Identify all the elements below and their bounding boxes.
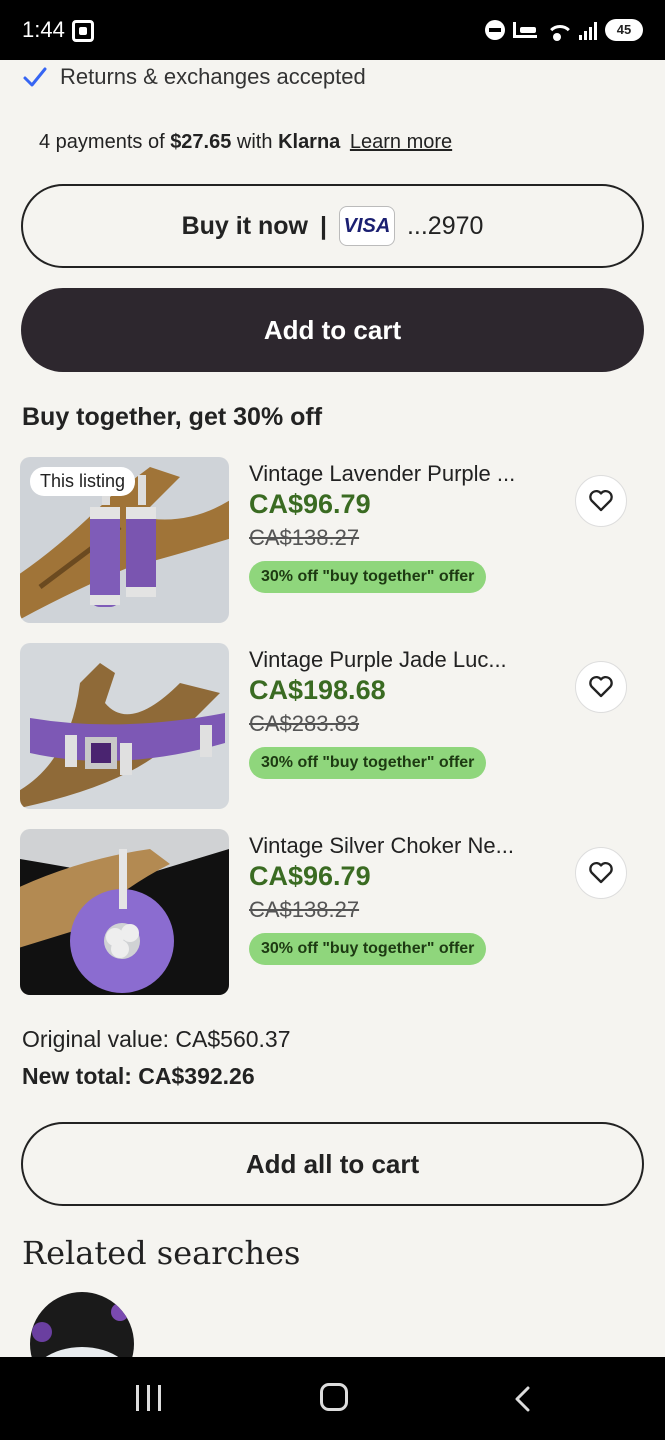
product-thumbnail[interactable] — [20, 829, 229, 995]
add-all-label: Add all to cart — [245, 1148, 420, 1179]
bundle-item[interactable]: Vintage Silver Choker Ne... CA$96.79 CA$… — [20, 829, 645, 995]
klarna-prefix: 4 payments of — [39, 131, 165, 153]
favorite-button[interactable] — [575, 475, 627, 527]
screenshot-icon — [72, 20, 94, 42]
buy-together-title: Buy together, get 30% off — [22, 403, 323, 431]
heart-icon — [589, 489, 613, 512]
product-thumbnail[interactable]: This listing — [20, 457, 229, 623]
sleep-mode-icon — [513, 22, 537, 38]
item-title[interactable]: Vintage Silver Choker Ne... — [249, 833, 514, 859]
heart-icon — [589, 675, 613, 698]
do-not-disturb-icon — [485, 20, 505, 40]
add-all-to-cart-button[interactable]: Add all to cart — [21, 1122, 644, 1206]
system-icons: 45 — [485, 19, 643, 41]
back-button[interactable] — [510, 1385, 538, 1413]
product-thumbnail[interactable] — [20, 643, 229, 809]
klarna-payment-info: 4 payments of $27.65 with Klarna Learn m… — [39, 131, 452, 154]
returns-row: Returns & exchanges accepted — [22, 64, 366, 90]
heart-icon — [589, 861, 613, 884]
status-bar: 1:44 45 — [0, 0, 665, 60]
wifi-icon — [545, 19, 571, 41]
buy-it-now-label: Buy it now — [181, 211, 308, 240]
item-title[interactable]: Vintage Purple Jade Luc... — [249, 647, 507, 673]
signal-icon — [579, 20, 597, 40]
status-time: 1:44 — [22, 17, 65, 42]
buy-separator: | — [319, 211, 327, 240]
new-total: New total: CA$392.26 — [22, 1063, 255, 1089]
offer-badge: 30% off "buy together" offer — [249, 933, 487, 965]
item-original-price: CA$138.27 — [249, 897, 360, 922]
battery-icon: 45 — [605, 19, 643, 41]
bundle-item[interactable]: Vintage Purple Jade Luc... CA$198.68 CA$… — [20, 643, 645, 809]
item-price: CA$96.79 — [249, 861, 371, 891]
related-searches-title: Related searches — [22, 1234, 301, 1272]
item-price: CA$198.68 — [249, 675, 386, 705]
klarna-brand: Klarna — [278, 131, 341, 153]
bundle-item[interactable]: This listing Vintage Lavender Purple ...… — [20, 457, 645, 623]
offer-badge: 30% off "buy together" offer — [249, 747, 487, 779]
recent-apps-button[interactable] — [136, 1385, 161, 1411]
home-button[interactable] — [320, 1383, 348, 1411]
buy-it-now-button[interactable]: Buy it now | VISA ...2970 — [21, 184, 644, 268]
add-to-cart-label: Add to cart — [263, 314, 402, 345]
item-title[interactable]: Vintage Lavender Purple ... — [249, 461, 515, 487]
favorite-button[interactable] — [575, 661, 627, 713]
klarna-learn-more-link[interactable]: Learn more — [350, 131, 452, 153]
returns-text: Returns & exchanges accepted — [60, 64, 366, 89]
system-nav-bar — [0, 1357, 665, 1440]
item-original-price: CA$138.27 — [249, 525, 360, 550]
visa-card-icon: VISA — [338, 206, 395, 246]
item-price: CA$96.79 — [249, 489, 371, 519]
this-listing-badge: This listing — [30, 467, 136, 496]
bracelet-image — [20, 643, 229, 809]
original-value: Original value: CA$560.37 — [22, 1026, 291, 1052]
card-digits: ...2970 — [406, 211, 484, 240]
klarna-with: with — [236, 131, 273, 153]
item-original-price: CA$283.83 — [249, 711, 360, 736]
add-to-cart-button[interactable]: Add to cart — [21, 288, 644, 372]
offer-badge: 30% off "buy together" offer — [249, 561, 487, 593]
klarna-amount: $27.65 — [170, 131, 232, 153]
check-icon — [23, 67, 47, 87]
favorite-button[interactable] — [575, 847, 627, 899]
pendant-image — [20, 829, 229, 995]
